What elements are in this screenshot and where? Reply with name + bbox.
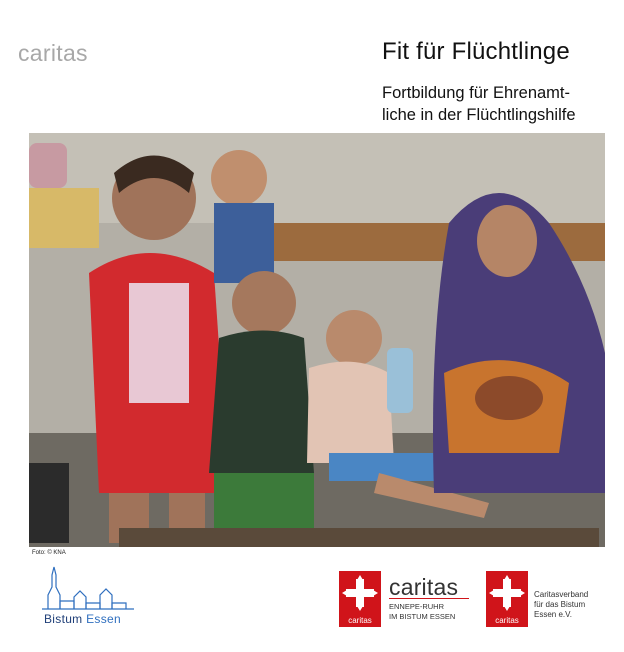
caritas-ennepe-sub-1: ENNEPE-RUHR — [389, 602, 445, 611]
photo-credit: Foto: © KNA — [32, 550, 66, 556]
photo-vertical-brand: caritas — [604, 546, 605, 547]
caritas-essen-name: Caritasverband für das Bistum Essen e.V. — [534, 590, 588, 620]
caritas-logo-label: caritas — [495, 616, 519, 625]
caritas-flame-cross-icon — [342, 575, 378, 611]
bistum-essen-label: Bistum Essen — [44, 612, 121, 626]
caritas-essen-line-2: für das Bistum — [534, 600, 586, 609]
caritas-ennepe-logo: caritas — [339, 571, 381, 627]
header-brand: caritas — [18, 40, 88, 66]
caritas-essen-line-3: Essen e.V. — [534, 610, 572, 619]
caritas-ennepe-sub-2: IM BISTUM ESSEN — [389, 612, 456, 621]
essen-word: Essen — [86, 612, 121, 626]
caritas-flame-cross-icon — [489, 575, 525, 611]
caritas-essen-logo: caritas — [486, 571, 528, 627]
caritas-ennepe-subtitle: ENNEPE-RUHR IM BISTUM ESSEN — [389, 602, 455, 622]
subtitle-line-2: liche in der Flüchtlingshilfe — [382, 106, 576, 124]
photo-illustration — [29, 133, 605, 547]
subtitle-line-1: Fortbildung für Ehrenamt- — [382, 84, 571, 102]
bistum-word: Bistum — [44, 612, 83, 626]
caritas-essen-line-1: Caritasverband — [534, 590, 589, 599]
cover-photo: caritas — [29, 133, 605, 547]
caritas-logo-label: caritas — [348, 616, 372, 625]
page-title: Fit für Flüchtlinge — [382, 38, 570, 65]
caritas-ennepe-name: caritas — [389, 574, 459, 600]
caritas-ennepe-divider — [389, 598, 469, 599]
page-subtitle: Fortbildung für Ehrenamt- liche in der F… — [382, 82, 610, 126]
